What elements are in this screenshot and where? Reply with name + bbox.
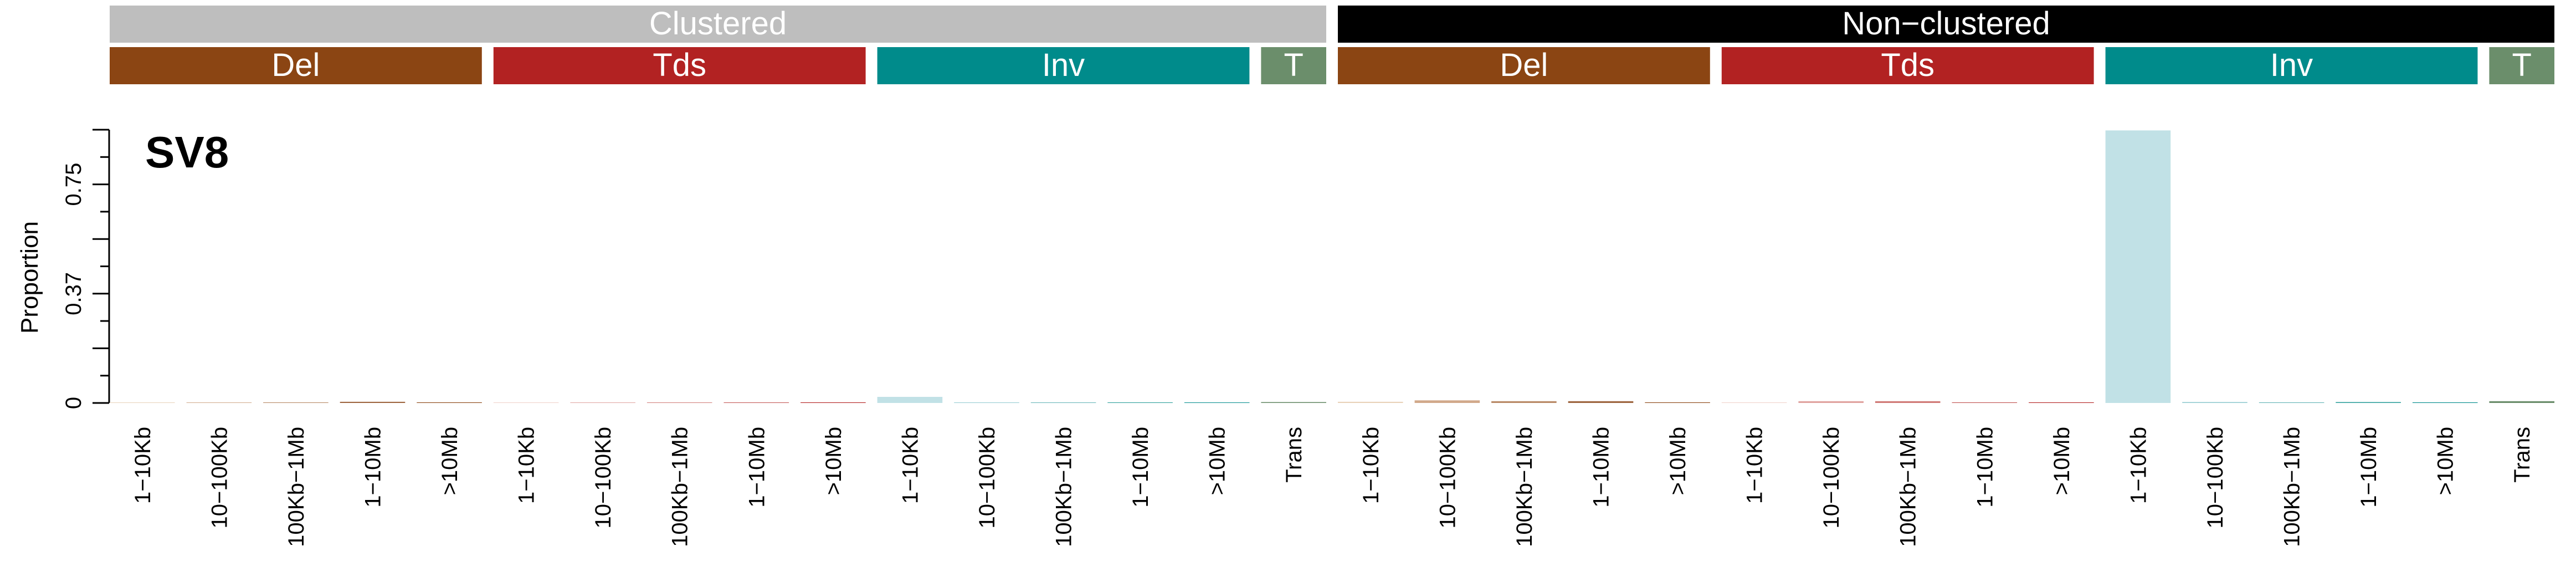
x-tick-label: 100Kb−1Mb [1896,427,1921,547]
bar [2105,130,2171,404]
x-tick-label: 1−10Kb [1359,427,1383,504]
subgroup-header-label: Tds [1881,47,1934,83]
y-tick-label: 0 [61,397,86,409]
bar [1414,400,1480,403]
bar [1261,402,1326,403]
bar [1952,402,2018,403]
x-tick-label: >10Mb [1205,427,1230,495]
x-tick-label: 1−10Mb [1589,427,1614,508]
x-tick-label: 1−10Mb [1973,427,1997,508]
bar [723,402,789,403]
x-tick-label: Trans [1282,427,1306,483]
bar [340,401,406,403]
subgroup-header-label: T [2512,47,2531,83]
bar [800,402,866,403]
bar [417,402,482,403]
subgroup-header-label: Del [1500,47,1548,83]
x-tick-label: 1−10Kb [2126,427,2151,504]
bar [1798,401,1864,403]
y-tick-label: 0.37 [61,272,86,315]
x-tick-label: 100Kb−1Mb [284,427,309,547]
sv-signature-chart: Del Tds Inv T Clustered Del Tds Inv T Non−cluster… [16,6,2554,547]
subgroup-header-label: T [1284,47,1303,83]
subgroup-header-label: Tds [653,47,706,83]
x-axis-labels: 1−10Kb 10−100Kb 100Kb−1Mb 1−10Mb >10Mb 1−10Kb… [131,427,2534,547]
x-tick-label: 10−100Kb [1819,427,1844,529]
x-tick-label: 1−10Kb [898,427,922,504]
x-tick-label: 1−10Kb [1743,427,1767,504]
x-tick-label: 10−100Kb [975,427,999,529]
bar [646,402,712,403]
bar [110,402,175,403]
y-axis: Proportion 0 0.37 0.75 [16,129,110,409]
bar [2489,401,2554,403]
x-tick-label: >10Mb [822,427,846,495]
bar [263,402,329,403]
bar [1568,401,1634,403]
bar [1721,402,1787,403]
bar [954,402,1019,403]
y-tick-label: 0.75 [61,163,86,206]
bar [2182,402,2247,403]
x-tick-label: >10Mb [2434,427,2458,495]
x-tick-label: >10Mb [2050,427,2074,495]
x-tick-label: >10Mb [438,427,462,495]
bar [1491,401,1557,403]
bar [2412,402,2478,403]
x-tick-label: 100Kb−1Mb [1052,427,1076,547]
x-tick-label: 1−10Kb [131,427,155,504]
x-tick-label: 1−10Mb [1128,427,1153,508]
x-tick-label: 1−10Mb [361,427,386,508]
group-header-label: Clustered [649,6,787,42]
bar [877,397,943,403]
x-tick-label: >10Mb [1666,427,1690,495]
x-tick-label: 10−100Kb [591,427,615,529]
bar [1875,401,1941,403]
bar [186,402,252,403]
bar [2259,402,2324,403]
x-tick-label: 10−100Kb [1435,427,1460,529]
bar [1030,402,1096,403]
x-tick-label: Trans [2510,427,2534,483]
subgroup-header-label: Del [271,47,320,83]
panel-title: SV8 [145,127,229,177]
x-tick-label: 10−100Kb [2203,427,2228,529]
x-tick-label: 100Kb−1Mb [668,427,692,547]
bars [110,130,2554,404]
x-tick-label: 100Kb−1Mb [1512,427,1537,547]
group-header-label: Non−clustered [1842,6,2050,42]
bar [570,402,635,403]
subgroup-header-label: Inv [2270,47,2313,83]
x-tick-label: 1−10Mb [2357,427,2381,508]
subgroup-header-label: Inv [1042,47,1085,83]
x-tick-label: 100Kb−1Mb [2280,427,2305,547]
bar [493,402,559,403]
category-header: Del Tds Inv T Clustered Del Tds Inv T Non−cluster… [110,6,2554,84]
bar [1107,402,1173,403]
bar [1338,401,1403,403]
x-tick-label: 10−100Kb [207,427,232,529]
y-axis-title: Proportion [16,221,43,334]
bar [2336,402,2401,403]
bar [1184,402,1250,403]
x-tick-label: 1−10Kb [515,427,539,504]
bar [1645,402,1710,403]
bar [2029,402,2094,403]
x-tick-label: 1−10Mb [745,427,769,508]
